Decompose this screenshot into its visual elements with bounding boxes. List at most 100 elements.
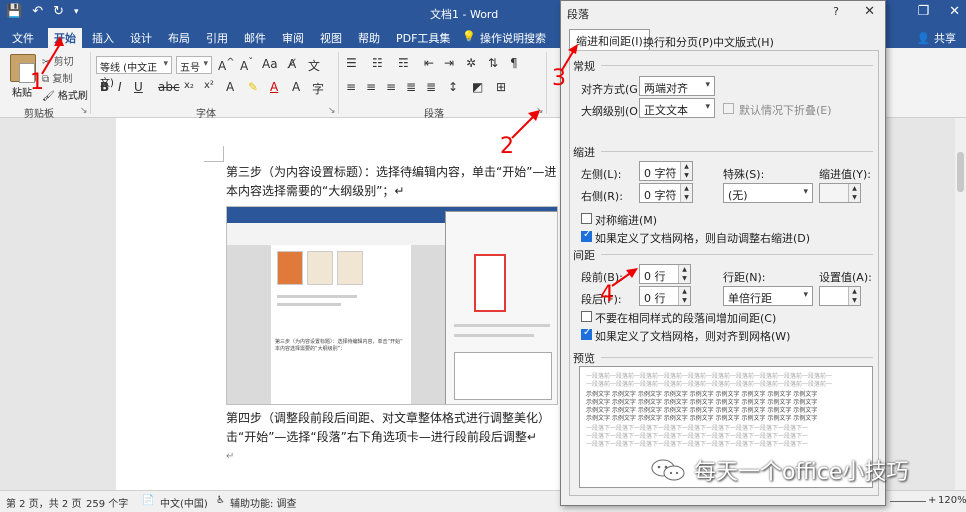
customize-qat-icon[interactable]: ▾ xyxy=(74,7,79,17)
save-icon[interactable]: 💾 xyxy=(6,4,22,19)
clear-format-icon[interactable]: A̸ xyxy=(288,57,296,71)
tab-pdf-tools[interactable]: PDF工具集 xyxy=(396,30,450,46)
collapse-checkbox[interactable] xyxy=(723,103,734,114)
font-color-icon[interactable]: A xyxy=(270,80,278,94)
show-marks-icon[interactable]: ¶ xyxy=(510,56,518,70)
language[interactable]: 中文(中国) xyxy=(160,495,208,510)
tab-mailings[interactable]: 邮件 xyxy=(244,30,266,46)
vertical-scrollbar[interactable] xyxy=(955,118,966,490)
align-left-icon[interactable]: ≡ xyxy=(346,80,356,94)
spin-up-icon[interactable]: ▲ xyxy=(680,184,692,193)
chinese-layout-icon[interactable]: ✲ xyxy=(466,56,476,70)
copy-button[interactable]: ⧉ 复制 xyxy=(42,70,72,85)
borders-icon[interactable]: ⊞ xyxy=(496,80,506,94)
numbering-icon[interactable]: ☷ xyxy=(372,56,383,70)
cut-button[interactable]: ✂ 剪切 xyxy=(42,53,74,68)
word-count[interactable]: 259 个字 xyxy=(86,495,128,510)
multilevel-list-icon[interactable]: ☶ xyxy=(398,56,409,70)
phonetic-icon[interactable]: 文 xyxy=(308,57,320,74)
undo-icon[interactable]: ↶ xyxy=(32,4,43,19)
spin-up-icon[interactable]: ▲ xyxy=(848,184,860,193)
enclose-char-icon[interactable]: 字 xyxy=(312,80,324,97)
clipboard-launcher-icon[interactable]: ↘ xyxy=(80,106,88,116)
tab-review[interactable]: 审阅 xyxy=(282,30,304,46)
highlight-icon[interactable]: ✎ xyxy=(248,80,258,94)
shading-icon[interactable]: ◩ xyxy=(472,80,483,94)
align-right-icon[interactable]: ≡ xyxy=(386,80,396,94)
spin-up-icon[interactable]: ▲ xyxy=(678,265,690,274)
spin-down-icon[interactable]: ▼ xyxy=(680,193,692,202)
sort-icon[interactable]: ⇅ xyxy=(488,56,498,70)
spin-down-icon[interactable]: ▼ xyxy=(678,296,690,305)
spin-down-icon[interactable]: ▼ xyxy=(678,274,690,283)
zoom-slider[interactable] xyxy=(890,501,926,502)
format-painter-button[interactable]: 🖌 格式刷 xyxy=(42,87,88,102)
outline-level-dropdown[interactable]: 正文文本 ▾ xyxy=(639,98,715,118)
underline-icon[interactable]: U xyxy=(134,80,143,94)
spacing-before-spinner[interactable]: 0 行 ▲ ▼ xyxy=(639,264,691,284)
tab-home[interactable]: 开始 xyxy=(48,28,82,48)
share-button[interactable]: 👤 共享 xyxy=(917,30,956,46)
no-space-same-style-checkbox[interactable] xyxy=(581,311,592,322)
tab-file[interactable]: 文件 xyxy=(12,30,34,46)
tab-layout[interactable]: 布局 xyxy=(168,30,190,46)
help-icon[interactable]: ? xyxy=(833,5,839,18)
tab-design[interactable]: 设计 xyxy=(130,30,152,46)
tab-asian-typography[interactable]: 中文版式(H) xyxy=(707,31,780,51)
spin-up-icon[interactable]: ▲ xyxy=(848,287,860,296)
bullets-icon[interactable]: ☰ xyxy=(346,56,357,70)
right-indent-spinner[interactable]: 0 字符 ▲ ▼ xyxy=(639,183,693,203)
tab-insert[interactable]: 插入 xyxy=(92,30,114,46)
justify-icon[interactable]: ≣ xyxy=(406,80,416,94)
scroll-thumb[interactable] xyxy=(957,152,964,192)
paragraph-launcher-icon[interactable]: ↘ xyxy=(536,106,544,116)
mirror-indent-checkbox[interactable] xyxy=(581,213,592,224)
spin-down-icon[interactable]: ▼ xyxy=(848,296,860,305)
spin-down-icon[interactable]: ▼ xyxy=(680,171,692,180)
spacing-at-spinner[interactable]: ▲ ▼ xyxy=(819,286,861,306)
tab-help[interactable]: 帮助 xyxy=(358,30,380,46)
text-effects-icon[interactable]: A xyxy=(226,80,234,94)
restore-icon[interactable]: ❐ xyxy=(917,4,929,19)
close-icon[interactable]: ✕ xyxy=(864,4,875,19)
change-case-icon[interactable]: Aa xyxy=(262,57,278,71)
tab-references[interactable]: 引用 xyxy=(206,30,228,46)
distributed-icon[interactable]: ≣ xyxy=(426,80,436,94)
alignment-dropdown[interactable]: 两端对齐 ▾ xyxy=(639,76,715,96)
auto-adjust-indent-checkbox[interactable] xyxy=(581,229,592,242)
decrease-indent-icon[interactable]: ⇤ xyxy=(424,56,434,70)
left-indent-spinner[interactable]: 0 字符 ▲ ▼ xyxy=(639,161,693,181)
special-dropdown[interactable]: (无) ▾ xyxy=(723,183,813,203)
align-center-icon[interactable]: ≡ xyxy=(366,80,376,94)
char-shading-icon[interactable]: A xyxy=(292,80,300,94)
spin-up-icon[interactable]: ▲ xyxy=(680,162,692,171)
snap-to-grid-checkbox[interactable] xyxy=(581,327,592,340)
paste-button[interactable]: 粘贴 xyxy=(12,84,32,99)
strikethrough-icon[interactable]: abc xyxy=(158,80,180,94)
font-launcher-icon[interactable]: ↘ xyxy=(328,106,336,116)
line-spacing-icon[interactable]: ↕ xyxy=(448,80,458,94)
font-size-combo[interactable]: 五号 ▾ xyxy=(176,56,212,74)
bold-icon[interactable]: B xyxy=(100,80,109,94)
font-name-combo[interactable]: 等线 (中文正文) ▾ xyxy=(96,56,172,89)
line-spacing-dropdown[interactable]: 单倍行距 ▾ xyxy=(723,286,813,306)
zoom-in-icon[interactable]: + xyxy=(928,495,936,506)
tell-me-search[interactable]: 操作说明搜索 xyxy=(480,30,546,46)
superscript-icon[interactable]: x² xyxy=(204,80,214,91)
accessibility-status[interactable]: 辅助功能: 调查 xyxy=(230,495,297,510)
close-window-icon[interactable]: ✕ xyxy=(949,4,960,19)
spacing-after-spinner[interactable]: 0 行 ▲ ▼ xyxy=(639,286,691,306)
italic-icon[interactable]: I xyxy=(118,80,122,94)
zoom-level[interactable]: 120% xyxy=(938,495,966,506)
redo-icon[interactable]: ↻ xyxy=(53,4,64,19)
subscript-icon[interactable]: x₂ xyxy=(184,80,194,91)
spin-up-icon[interactable]: ▲ xyxy=(678,287,690,296)
page-count[interactable]: 第 2 页，共 2 页 xyxy=(6,495,81,510)
tab-view[interactable]: 视图 xyxy=(320,30,342,46)
proofing-icon[interactable]: 📄 xyxy=(142,495,154,506)
spin-down-icon[interactable]: ▼ xyxy=(848,193,860,202)
grow-font-icon[interactable]: A^ xyxy=(218,57,235,73)
increase-indent-icon[interactable]: ⇥ xyxy=(444,56,454,70)
indent-by-spinner[interactable]: ▲ ▼ xyxy=(819,183,861,203)
shrink-font-icon[interactable]: Aˇ xyxy=(240,57,253,73)
